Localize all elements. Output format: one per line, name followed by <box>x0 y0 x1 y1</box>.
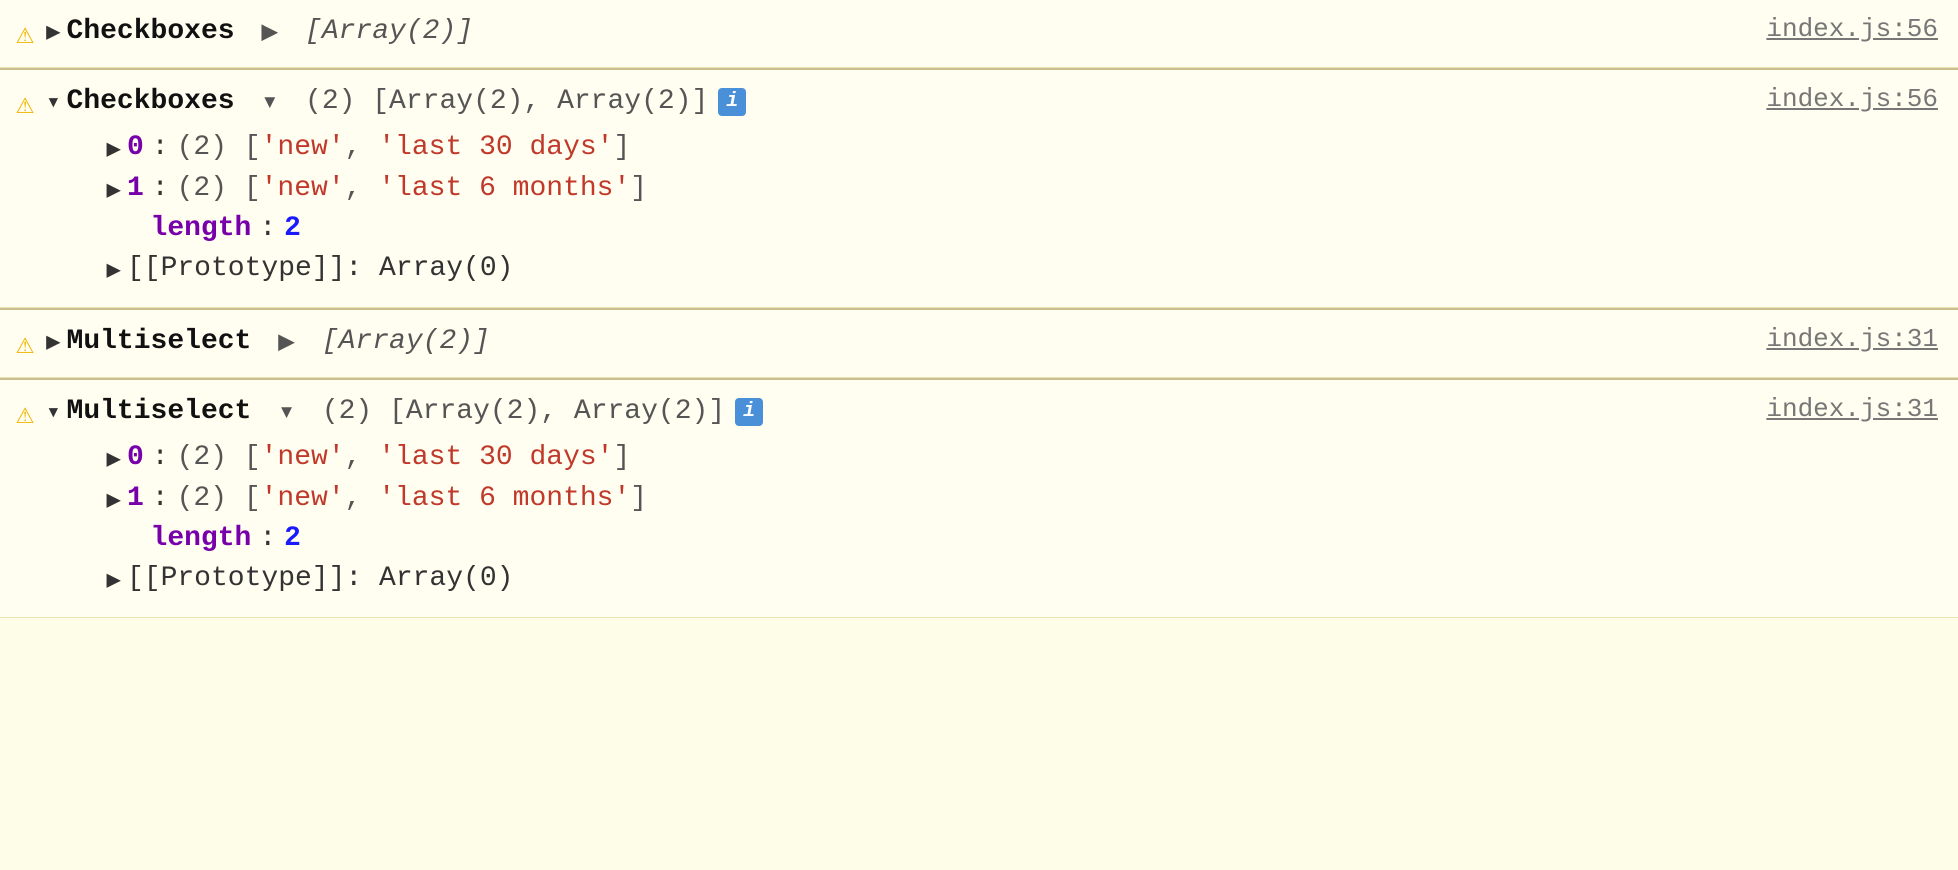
child-row-4-0: ▶ 0 : (2) [ 'new' , 'last 30 days' ] <box>107 437 1697 478</box>
arrow-sep-1: ▶ <box>245 14 295 49</box>
length-colon-2: : <box>259 213 276 244</box>
content-area-1: Checkboxes ▶ [Array(2)] <box>67 14 1697 49</box>
count-2: (2) <box>305 86 355 117</box>
warning-icon-2: ⚠ <box>16 86 34 123</box>
child-count-2-1: (2) <box>177 173 227 204</box>
child-val0-4-1: 'new' <box>261 483 345 514</box>
child-val1-4-0: 'last 30 days' <box>378 442 613 473</box>
child-index-2-1: 1 <box>127 173 144 204</box>
file-link-1[interactable]: index.js:56 <box>1726 14 1938 44</box>
child-bracket-close-4-0: ] <box>614 442 631 473</box>
child-index-4-1: 1 <box>127 483 144 514</box>
child-bracket-2-1: [ <box>227 173 261 204</box>
info-badge-4[interactable]: i <box>735 398 763 426</box>
proto-toggle-4[interactable]: ▶ <box>107 565 121 595</box>
child-toggle-4-0[interactable]: ▶ <box>107 444 121 474</box>
console-row-3: ⚠ ▶ Multiselect ▶ [Array(2)] index.js:31 <box>0 310 1958 378</box>
child-count-4-1: (2) <box>177 483 227 514</box>
child-row-2-0: ▶ 0 : (2) [ 'new' , 'last 30 days' ] <box>107 127 1697 168</box>
child-toggle-4-1[interactable]: ▶ <box>107 485 121 515</box>
children-area-4: ▶ 0 : (2) [ 'new' , 'last 30 days' ] <box>67 437 1697 599</box>
toggle-arrow-3[interactable]: ▶ <box>46 327 60 357</box>
console-row-4: ⚠ ▾ Multiselect ▾ (2) [Array(2), Array(2… <box>0 380 1958 618</box>
child-colon-2-0: : <box>152 132 169 163</box>
child-row-2-1: ▶ 1 : (2) [ 'new' , 'last 6 months' ] <box>107 168 1697 209</box>
content-area-4: Multiselect ▾ (2) [Array(2), Array(2)] i… <box>67 394 1697 599</box>
file-link-3[interactable]: index.js:31 <box>1726 324 1938 354</box>
prototype-text-4: [[Prototype]]: Array(0) <box>127 563 513 594</box>
child-toggle-2-1[interactable]: ▶ <box>107 175 121 205</box>
child-colon-4-1: : <box>152 483 169 514</box>
toggle-arrow-1[interactable]: ▶ <box>46 17 60 47</box>
content-area-2: Checkboxes ▾ (2) [Array(2), Array(2)] i … <box>67 84 1697 289</box>
warning-icon-3: ⚠ <box>16 326 34 363</box>
child-colon-4-0: : <box>152 442 169 473</box>
console-row-2: ⚠ ▾ Checkboxes ▾ (2) [Array(2), Array(2)… <box>0 70 1958 308</box>
arrow-sep-3: ▶ <box>261 324 311 359</box>
child-val0-2-1: 'new' <box>261 173 345 204</box>
child-val0-4-0: 'new' <box>261 442 345 473</box>
child-comma-4-0: , <box>345 442 379 473</box>
label-name-1: Checkboxes <box>67 16 235 47</box>
child-bracket-close-2-1: ] <box>630 173 647 204</box>
array-text-1: [Array(2)] <box>305 16 473 47</box>
content-area-3: Multiselect ▶ [Array(2)] <box>67 324 1697 359</box>
file-link-4[interactable]: index.js:31 <box>1726 394 1938 424</box>
array-parts-4: [Array(2), Array(2)] <box>372 396 725 427</box>
child-comma-2-1: , <box>345 173 379 204</box>
file-link-2[interactable]: index.js:56 <box>1726 84 1938 114</box>
proto-toggle-2[interactable]: ▶ <box>107 255 121 285</box>
prototype-row-2: ▶ [[Prototype]]: Array(0) <box>107 248 1697 289</box>
length-row-2: length : 2 <box>107 209 1697 248</box>
child-row-4-1: ▶ 1 : (2) [ 'new' , 'last 6 months' ] <box>107 478 1697 519</box>
console-panel: ⚠ ▶ Checkboxes ▶ [Array(2)] index.js:56 … <box>0 0 1958 618</box>
warning-icon-1: ⚠ <box>16 16 34 53</box>
child-index-4-0: 0 <box>127 442 144 473</box>
array-text-3: [Array(2)] <box>322 326 490 357</box>
label-name-4: Multiselect <box>67 396 252 427</box>
child-bracket-close-2-0: ] <box>614 132 631 163</box>
warning-icon-4: ⚠ <box>16 396 34 433</box>
child-val1-4-1: 'last 6 months' <box>378 483 630 514</box>
child-bracket-4-0: [ <box>227 442 261 473</box>
label-name-2: Checkboxes <box>67 86 235 117</box>
toggle-arrow-2[interactable]: ▾ <box>46 87 60 117</box>
arrow-sep-2: ▾ <box>245 84 295 119</box>
console-row-1: ⚠ ▶ Checkboxes ▶ [Array(2)] index.js:56 <box>0 0 1958 68</box>
length-value-2: 2 <box>284 213 301 244</box>
arrow-sep-4: ▾ <box>261 394 311 429</box>
length-row-4: length : 2 <box>107 519 1697 558</box>
child-colon-2-1: : <box>152 173 169 204</box>
child-bracket-close-4-1: ] <box>630 483 647 514</box>
file-link-area-3: index.js:31 <box>1696 324 1938 355</box>
child-val0-2-0: 'new' <box>261 132 345 163</box>
label-name-3: Multiselect <box>67 326 252 357</box>
child-val1-2-1: 'last 6 months' <box>378 173 630 204</box>
child-val1-2-0: 'last 30 days' <box>378 132 613 163</box>
prototype-row-4: ▶ [[Prototype]]: Array(0) <box>107 558 1697 599</box>
file-link-area-2: index.js:56 <box>1696 84 1938 115</box>
child-toggle-2-0[interactable]: ▶ <box>107 134 121 164</box>
length-value-4: 2 <box>284 523 301 554</box>
child-index-2-0: 0 <box>127 132 144 163</box>
children-area-2: ▶ 0 : (2) [ 'new' , 'last 30 days' ] <box>67 127 1697 289</box>
prototype-text-2: [[Prototype]]: Array(0) <box>127 253 513 284</box>
child-bracket-2-0: [ <box>227 132 261 163</box>
file-link-area-4: index.js:31 <box>1696 394 1938 425</box>
length-colon-4: : <box>259 523 276 554</box>
file-link-area-1: index.js:56 <box>1696 14 1938 45</box>
count-4: (2) <box>322 396 372 427</box>
length-label-2: length <box>151 213 252 244</box>
child-count-2-0: (2) <box>177 132 227 163</box>
info-badge-2[interactable]: i <box>718 88 746 116</box>
child-comma-2-0: , <box>345 132 379 163</box>
child-bracket-4-1: [ <box>227 483 261 514</box>
array-parts-2: [Array(2), Array(2)] <box>355 86 708 117</box>
length-label-4: length <box>151 523 252 554</box>
toggle-arrow-4[interactable]: ▾ <box>46 397 60 427</box>
child-comma-4-1: , <box>345 483 379 514</box>
child-count-4-0: (2) <box>177 442 227 473</box>
